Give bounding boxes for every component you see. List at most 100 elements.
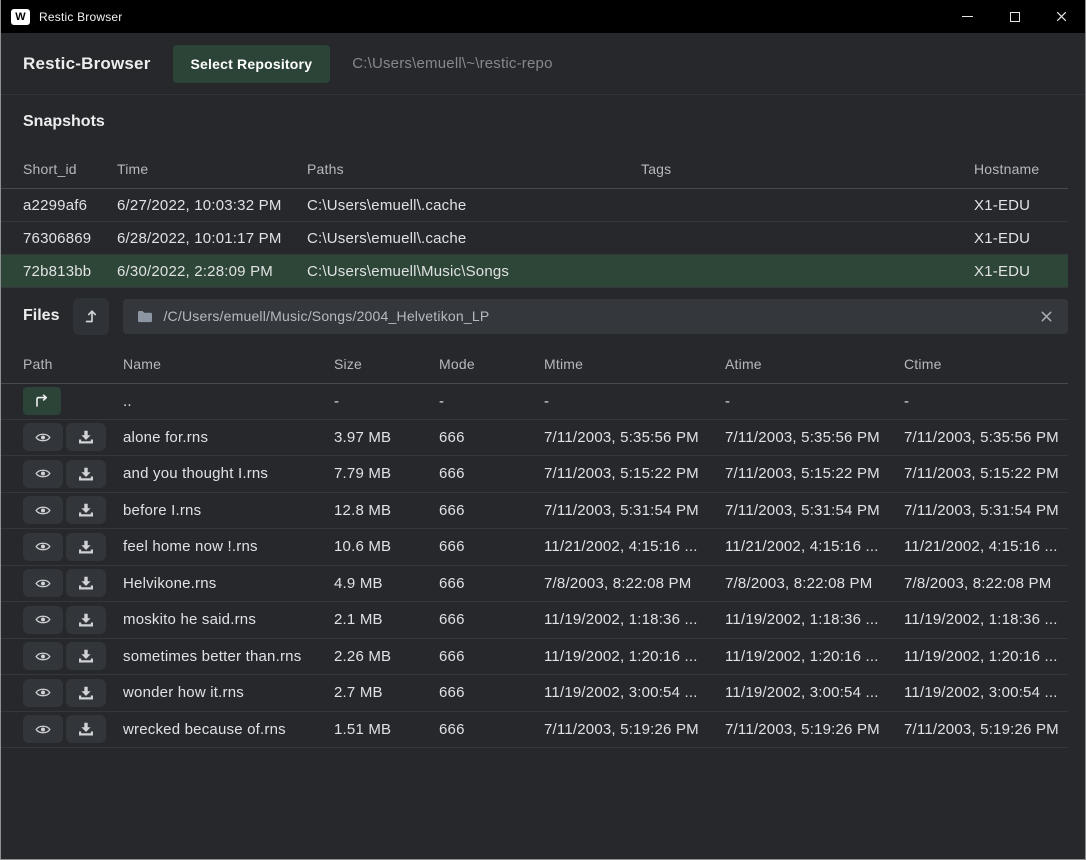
level-up-icon	[82, 307, 100, 325]
preview-file-button[interactable]	[23, 533, 63, 561]
app-title: Restic-Browser	[23, 54, 151, 74]
download-file-button[interactable]	[66, 679, 106, 707]
column-header-mode: Mode	[439, 356, 544, 372]
snapshot-row[interactable]: a2299af6 6/27/2022, 10:03:32 PM C:\Users…	[1, 189, 1068, 222]
eye-icon	[35, 613, 51, 626]
column-header-atime: Atime	[725, 356, 904, 372]
file-ctime: 11/19/2002, 3:00:54 ...	[904, 684, 1068, 701]
return-up-right-icon	[32, 394, 52, 408]
snapshot-time: 6/28/2022, 10:01:17 PM	[117, 230, 307, 247]
file-mode: -	[439, 393, 544, 410]
file-mode: 666	[439, 684, 544, 701]
file-name: wrecked because of.rns	[123, 721, 334, 738]
file-mtime: -	[544, 393, 725, 410]
snapshots-table-header: Short_id Time Paths Tags Hostname	[1, 149, 1068, 189]
download-file-button[interactable]	[66, 496, 106, 524]
file-atime: 11/19/2002, 1:20:16 ...	[725, 648, 904, 665]
file-name: moskito he said.rns	[123, 611, 334, 628]
file-name: sometimes better than.rns	[123, 648, 334, 665]
download-file-button[interactable]	[66, 533, 106, 561]
file-size: 10.6 MB	[334, 538, 439, 555]
file-atime: 7/8/2003, 8:22:08 PM	[725, 575, 904, 592]
file-size: 1.51 MB	[334, 721, 439, 738]
download-file-button[interactable]	[66, 423, 106, 451]
eye-icon	[35, 504, 51, 517]
preview-file-button[interactable]	[23, 606, 63, 634]
download-file-button[interactable]	[66, 642, 106, 670]
app-header: Restic-Browser Select Repository C:\User…	[1, 33, 1085, 95]
current-path-input[interactable]: /C/Users/emuell/Music/Songs/2004_Helveti…	[123, 299, 1068, 334]
select-repository-button[interactable]: Select Repository	[173, 45, 331, 83]
clear-path-button[interactable]	[1039, 309, 1054, 324]
go-up-button[interactable]	[23, 387, 61, 415]
snapshot-row[interactable]: 72b813bb 6/30/2022, 2:28:09 PM C:\Users\…	[1, 255, 1068, 288]
snapshot-hostname: X1-EDU	[974, 263, 1068, 280]
snapshot-time: 6/30/2022, 2:28:09 PM	[117, 263, 307, 280]
clear-path-icon	[1041, 311, 1052, 322]
files-title: Files	[23, 307, 59, 325]
file-size: 2.7 MB	[334, 684, 439, 701]
download-file-button[interactable]	[66, 569, 106, 597]
download-file-button[interactable]	[66, 606, 106, 634]
file-atime: 7/11/2003, 5:19:26 PM	[725, 721, 904, 738]
file-atime: 11/19/2002, 3:00:54 ...	[725, 684, 904, 701]
eye-icon	[35, 431, 51, 444]
preview-file-button[interactable]	[23, 715, 63, 743]
snapshot-row[interactable]: 76306869 6/28/2022, 10:01:17 PM C:\Users…	[1, 222, 1068, 255]
snapshot-paths: C:\Users\emuell\.cache	[307, 230, 641, 247]
snapshot-paths: C:\Users\emuell\Music\Songs	[307, 263, 641, 280]
title-bar: W Restic Browser	[1, 0, 1085, 33]
eye-icon	[35, 577, 51, 590]
file-row: before I.rns 12.8 MB 666 7/11/2003, 5:31…	[1, 493, 1068, 530]
download-file-button[interactable]	[66, 460, 106, 488]
file-row: wonder how it.rns 2.7 MB 666 11/19/2002,…	[1, 675, 1068, 712]
files-table-header: Path Name Size Mode Mtime Atime Ctime	[1, 344, 1068, 384]
download-icon	[78, 467, 94, 481]
file-mode: 666	[439, 575, 544, 592]
file-mode: 666	[439, 465, 544, 482]
maximize-icon	[1010, 12, 1020, 22]
column-header-time: Time	[117, 161, 307, 177]
download-icon	[78, 649, 94, 663]
snapshot-paths: C:\Users\emuell\.cache	[307, 197, 641, 214]
preview-file-button[interactable]	[23, 642, 63, 670]
maximize-button[interactable]	[991, 0, 1038, 33]
folder-icon	[137, 310, 153, 323]
download-icon	[78, 613, 94, 627]
snapshots-title: Snapshots	[23, 113, 105, 131]
file-ctime: 7/11/2003, 5:19:26 PM	[904, 721, 1068, 738]
download-icon	[78, 503, 94, 517]
column-header-short-id: Short_id	[23, 161, 117, 177]
snapshot-short-id: 72b813bb	[23, 263, 117, 280]
files-section-header: Files /C/Users/emuell/Music/Songs/2004_H…	[1, 288, 1085, 344]
column-header-ctime: Ctime	[904, 356, 1068, 372]
file-mtime: 11/19/2002, 1:20:16 ...	[544, 648, 725, 665]
files-table-body: alone for.rns 3.97 MB 666 7/11/2003, 5:3…	[1, 420, 1068, 749]
parent-directory-row: .. - - - - -	[1, 384, 1068, 420]
file-row: Helvikone.rns 4.9 MB 666 7/8/2003, 8:22:…	[1, 566, 1068, 603]
preview-file-button[interactable]	[23, 423, 63, 451]
preview-file-button[interactable]	[23, 679, 63, 707]
current-path-text: /C/Users/emuell/Music/Songs/2004_Helveti…	[163, 308, 489, 324]
file-ctime: 7/11/2003, 5:31:54 PM	[904, 502, 1068, 519]
snapshot-short-id: 76306869	[23, 230, 117, 247]
download-file-button[interactable]	[66, 715, 106, 743]
preview-file-button[interactable]	[23, 460, 63, 488]
eye-icon	[35, 723, 51, 736]
minimize-icon	[962, 16, 973, 17]
file-mtime: 7/11/2003, 5:31:54 PM	[544, 502, 725, 519]
preview-file-button[interactable]	[23, 496, 63, 524]
file-size: 12.8 MB	[334, 502, 439, 519]
download-icon	[78, 540, 94, 554]
close-button[interactable]	[1038, 0, 1085, 33]
eye-icon	[35, 540, 51, 553]
minimize-button[interactable]	[944, 0, 991, 33]
file-size: 2.26 MB	[334, 648, 439, 665]
go-to-root-button[interactable]	[73, 298, 109, 335]
snapshot-hostname: X1-EDU	[974, 230, 1068, 247]
repository-path: C:\Users\emuell\~\restic-repo	[352, 55, 552, 72]
file-size: -	[334, 393, 439, 410]
window-controls	[944, 0, 1085, 33]
preview-file-button[interactable]	[23, 569, 63, 597]
column-header-path: Path	[23, 356, 123, 372]
